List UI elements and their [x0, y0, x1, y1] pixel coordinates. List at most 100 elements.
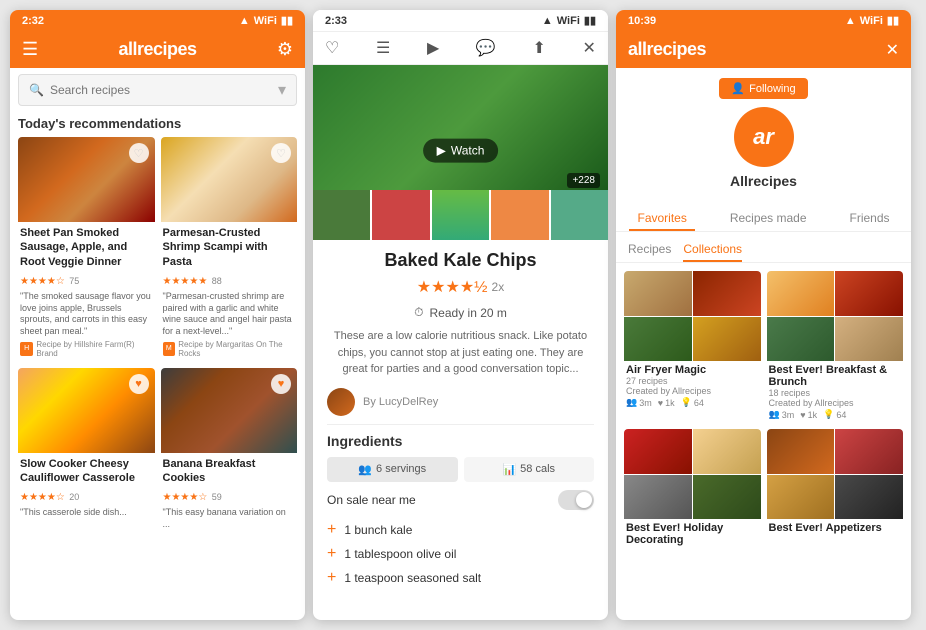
battery-icon-2: ▮▮	[584, 14, 596, 27]
recipe-card-1[interactable]: ♡ Sheet Pan Smoked Sausage, Apple, and R…	[18, 137, 155, 362]
tab-recipes[interactable]: Recipes	[628, 238, 671, 262]
recipe-main-title: Baked Kale Chips	[327, 250, 594, 271]
big-stars: ★★★★½	[417, 277, 488, 297]
servings-label: 6 servings	[376, 463, 426, 475]
collections-grid: Air Fryer Magic 27 recipes Created by Al…	[616, 271, 911, 549]
author-name: By LucyDelRey	[363, 396, 438, 408]
servings-icon: 👥	[358, 463, 372, 476]
search-bar[interactable]: 🔍 ▾	[18, 74, 297, 106]
recipe-by-2: M Recipe by Margaritas On The Rocks	[163, 340, 296, 358]
recipe-hero-image: ▶ Watch +228	[313, 65, 608, 240]
collection-img-grid-3	[624, 429, 761, 519]
person-meta-icon: 👥	[626, 397, 637, 408]
kale-thumb-1	[313, 190, 370, 240]
review-count-2: 88	[212, 276, 222, 286]
heart-icon-4[interactable]: ♥	[271, 374, 291, 394]
meta-likes-2: ♥1k	[800, 410, 817, 420]
close-icon-3[interactable]: ✕	[886, 40, 899, 60]
following-label: Following	[749, 83, 795, 95]
collection-title-4: Best Ever! Appetizers	[769, 522, 902, 534]
review-count-1: 75	[69, 276, 79, 286]
tab-friends[interactable]: Friends	[842, 207, 898, 231]
coll-thumb-2a	[767, 271, 835, 316]
collection-card-1[interactable]: Air Fryer Magic 27 recipes Created by Al…	[624, 271, 761, 423]
ingredient-plus-icon-2: +	[327, 545, 336, 563]
review-count-4: 59	[212, 492, 222, 502]
collection-title-3: Best Ever! Holiday Decorating	[626, 522, 759, 546]
heart-icon-2[interactable]: ♡	[271, 143, 291, 163]
app-header-3: allrecipes ✕	[616, 31, 911, 68]
collection-img-grid-2	[767, 271, 904, 361]
heart-action-icon[interactable]: ♡	[325, 38, 339, 58]
following-button[interactable]: 👤 Following	[719, 78, 807, 99]
collection-count-2: 18 recipes	[769, 388, 902, 398]
menu-icon[interactable]: ☰	[22, 39, 38, 60]
meta-followers-1: 👥3m	[626, 397, 652, 408]
ingredient-plus-icon-3: +	[327, 569, 336, 587]
profile-section: 👤 Following ar Allrecipes	[616, 68, 911, 207]
recipe-description: These are a low calorie nutritious snack…	[327, 328, 594, 378]
recipe-card-2[interactable]: ♡ Parmesan-Crusted Shrimp Scampi with Pa…	[161, 137, 298, 362]
collection-card-3[interactable]: Best Ever! Holiday Decorating	[624, 429, 761, 549]
list-action-icon[interactable]: ☰	[376, 38, 390, 58]
cals-label: 58 cals	[520, 463, 555, 475]
status-time-3: 10:39	[628, 15, 656, 27]
kale-main	[313, 65, 608, 190]
recipe-info-1: Sheet Pan Smoked Sausage, Apple, and Roo…	[18, 222, 155, 362]
servings-button[interactable]: 👥 6 servings	[327, 457, 458, 482]
recipe-by-text-1: Recipe by Hillshire Farm(R) Brand	[36, 340, 152, 358]
signal-icon-3: ▲	[845, 15, 856, 27]
collection-info-2: Best Ever! Breakfast & Brunch 18 recipes…	[767, 361, 904, 423]
coll-thumb-3d	[693, 475, 761, 520]
share-action-icon[interactable]: ⬆	[532, 38, 545, 58]
close-action-icon[interactable]: ✕	[583, 38, 596, 58]
on-sale-text: On sale near me	[327, 493, 416, 507]
coll-thumb-2c	[767, 317, 835, 362]
tab-favorites[interactable]: Favorites	[629, 207, 694, 231]
collection-card-2[interactable]: Best Ever! Breakfast & Brunch 18 recipes…	[767, 271, 904, 423]
collection-title-2: Best Ever! Breakfast & Brunch	[769, 364, 902, 388]
collection-info-1: Air Fryer Magic 27 recipes Created by Al…	[624, 361, 761, 411]
kale-thumb-3	[432, 190, 489, 240]
status-bar-1: 2:32 ▲ WiFi ▮▮	[10, 10, 305, 31]
app-header-1: ☰ allrecipes ⚙	[10, 31, 305, 68]
tab-collections[interactable]: Collections	[683, 238, 742, 262]
recipe-info-2: Parmesan-Crusted Shrimp Scampi with Past…	[161, 222, 298, 362]
on-sale-toggle[interactable]	[558, 490, 594, 510]
kale-thumb-2	[372, 190, 429, 240]
watch-label: Watch	[451, 143, 485, 157]
collection-card-4[interactable]: Best Ever! Appetizers	[767, 429, 904, 549]
status-time-2: 2:33	[325, 15, 347, 27]
brand-logo-1: H	[20, 342, 33, 356]
phone-2: 2:33 ▲ WiFi ▮▮ ♡ ☰ ▶ 💬 ⬆ ✕ ▶ Watch	[313, 10, 608, 620]
wifi-icon-2: WiFi	[557, 15, 580, 27]
recipe-rating: ★★★★½ 2x	[327, 277, 594, 297]
brand-logo-2: M	[163, 342, 176, 356]
recipe-card-3[interactable]: ♥ Slow Cooker Cheesy Cauliflower Cassero…	[18, 368, 155, 535]
coll-thumb-1c	[624, 317, 692, 362]
collection-created-1: Created by Allrecipes	[626, 386, 759, 396]
status-bar-3: 10:39 ▲ WiFi ▮▮	[616, 10, 911, 31]
settings-icon[interactable]: ⚙	[277, 39, 293, 60]
collection-title-1: Air Fryer Magic	[626, 364, 759, 376]
heart-icon-1[interactable]: ♡	[129, 143, 149, 163]
heart-icon-3[interactable]: ♥	[129, 374, 149, 394]
cals-button[interactable]: 📊 58 cals	[464, 457, 595, 482]
ingredient-text-3: 1 teaspoon seasoned salt	[344, 571, 481, 585]
search-input[interactable]	[50, 83, 272, 97]
wifi-icon: WiFi	[254, 15, 277, 27]
kale-thumb-4	[491, 190, 548, 240]
watch-button[interactable]: ▶ Watch	[423, 138, 499, 162]
play-action-icon[interactable]: ▶	[427, 38, 439, 58]
recipe-desc-4: "This easy banana variation on ...	[163, 507, 296, 530]
profile-logo-text: ar	[753, 124, 774, 150]
recipe-card-4[interactable]: ♥ Banana Breakfast Cookies ★★★★☆ 59 "Thi…	[161, 368, 298, 535]
play-icon: ▶	[437, 143, 446, 157]
rating-count: 2x	[492, 280, 505, 294]
recipe-image-1: ♡	[18, 137, 155, 222]
chat-action-icon[interactable]: 💬	[476, 38, 496, 58]
recipe-title-2: Parmesan-Crusted Shrimp Scampi with Past…	[163, 226, 296, 269]
collection-info-4: Best Ever! Appetizers	[767, 519, 904, 537]
tab-recipes-made[interactable]: Recipes made	[722, 207, 815, 231]
recipe-info-4: Banana Breakfast Cookies ★★★★☆ 59 "This …	[161, 453, 298, 535]
